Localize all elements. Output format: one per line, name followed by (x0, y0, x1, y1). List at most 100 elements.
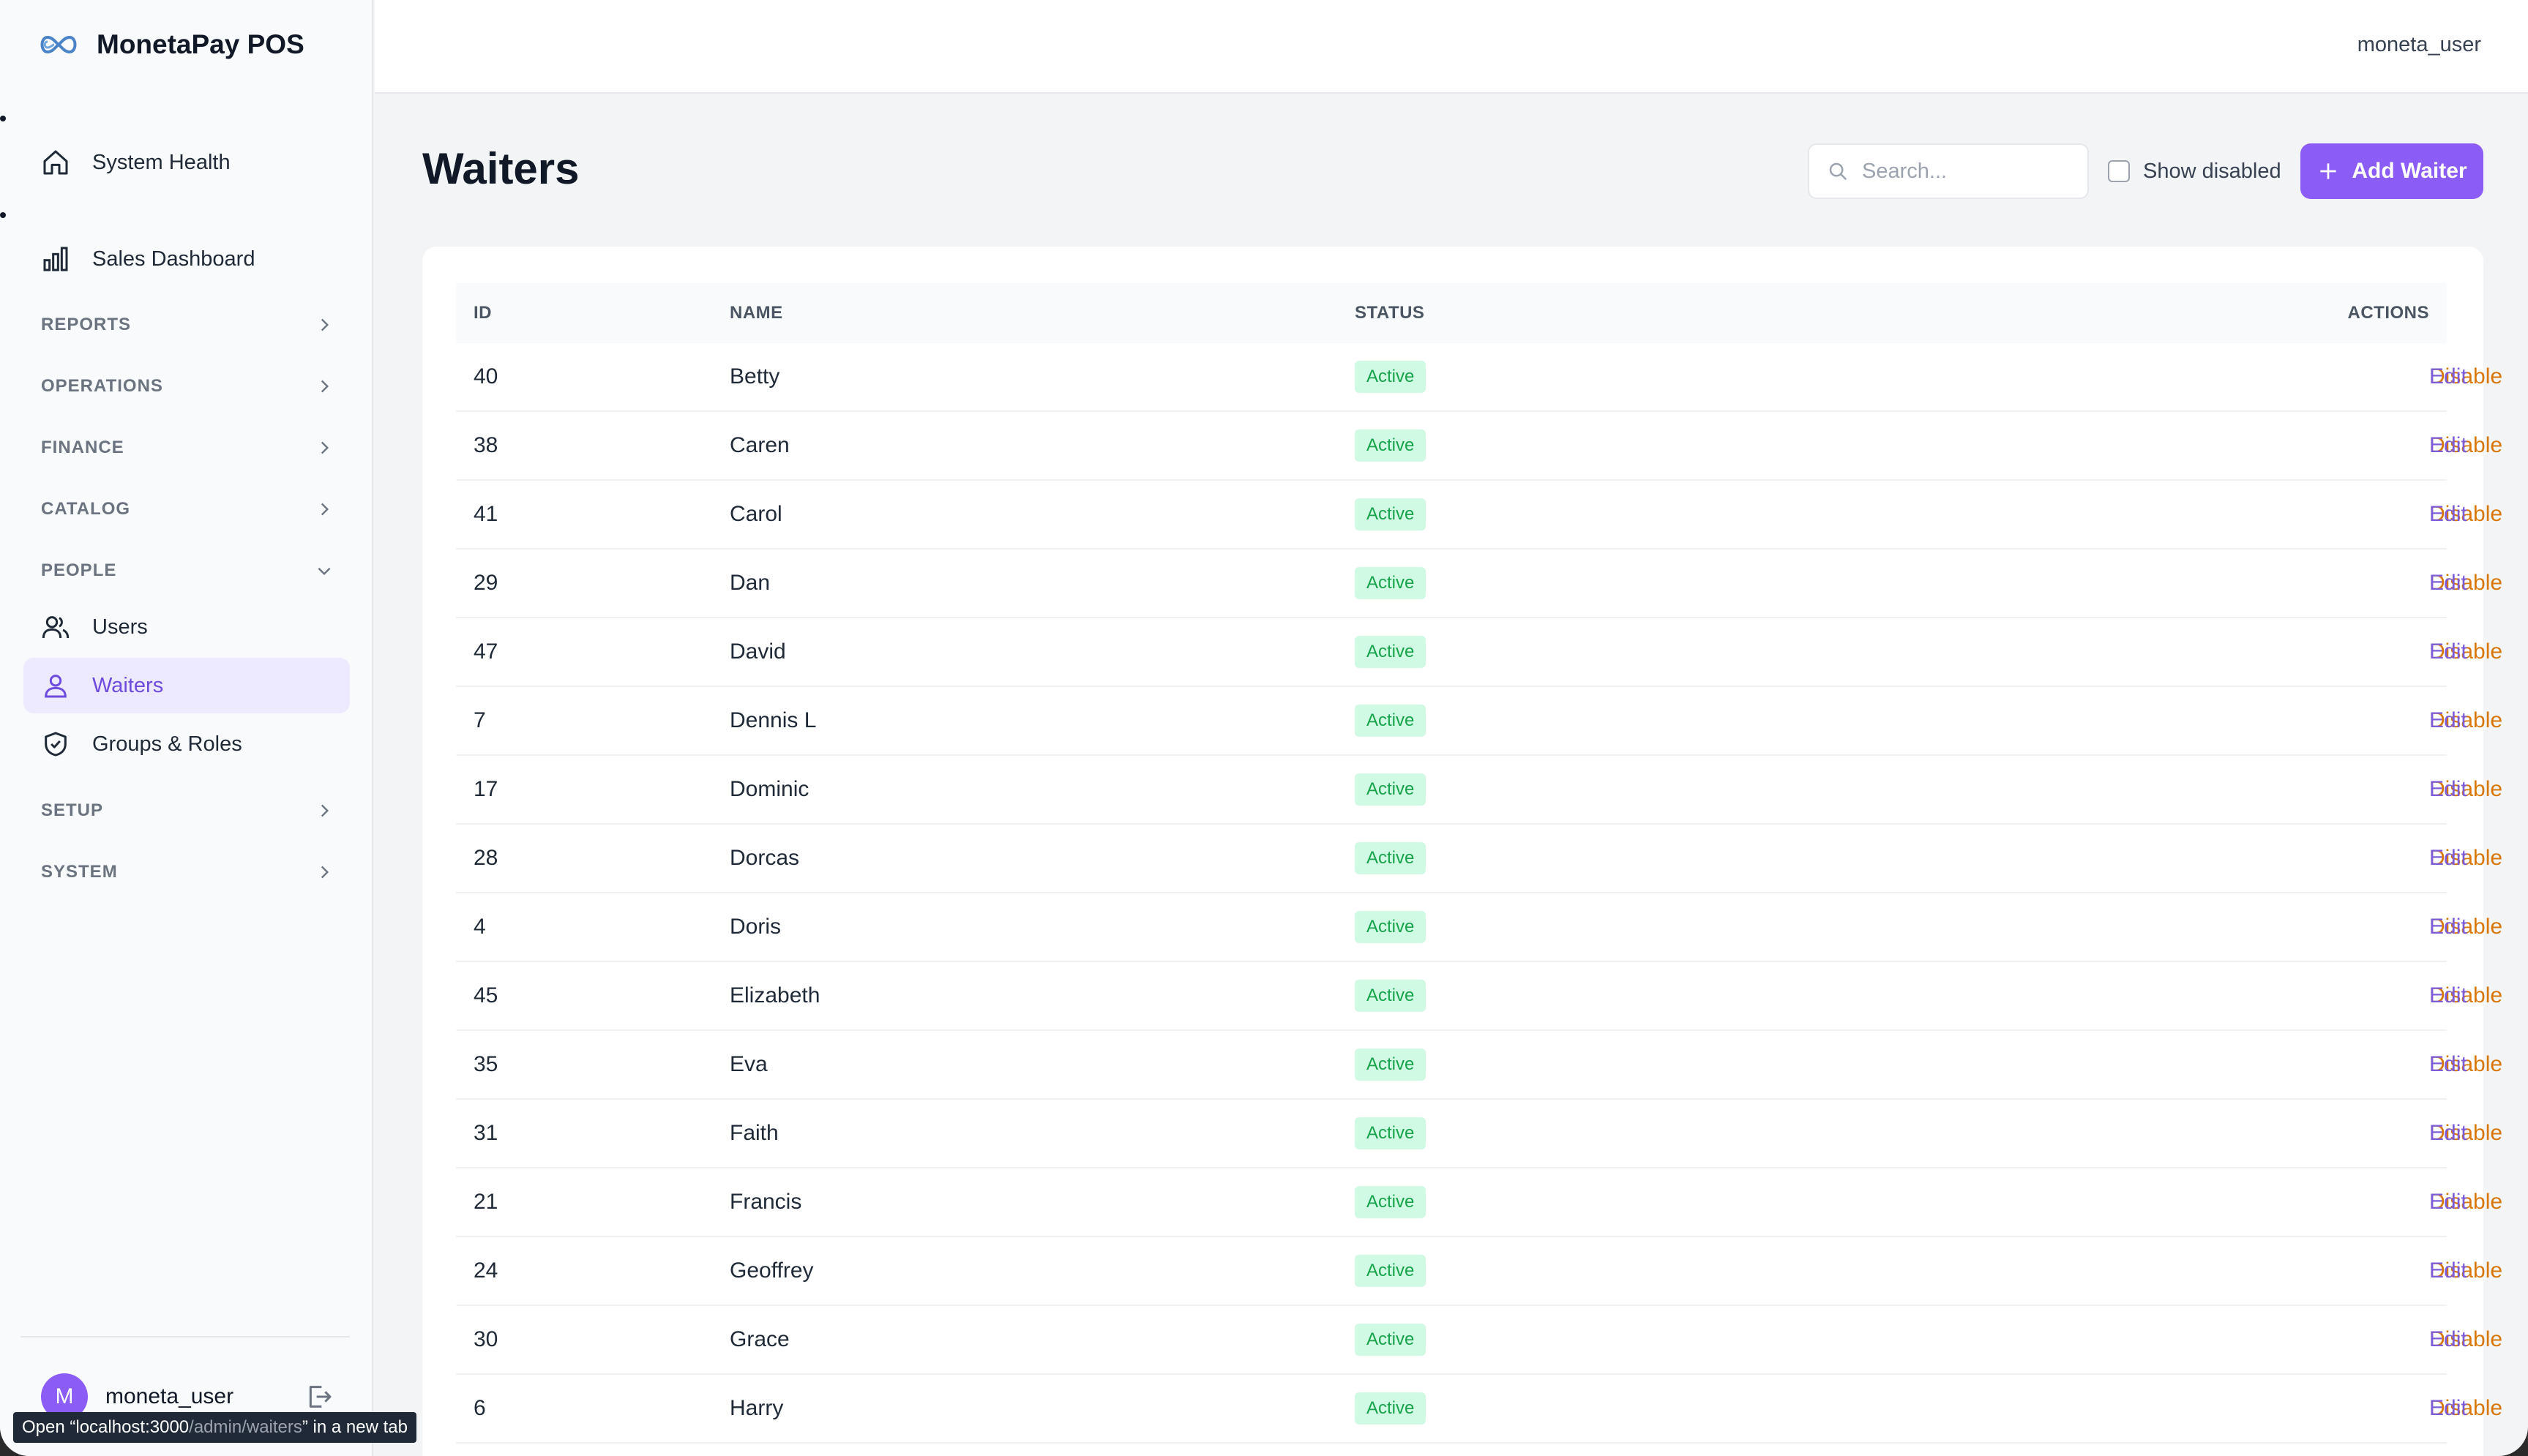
cell-status: Active (1355, 1100, 1426, 1167)
section-setup[interactable]: SETUP (41, 795, 334, 827)
section-catalog[interactable]: CATALOG (41, 493, 334, 525)
table-row: 45 Elizabeth Active Disable Edit (456, 962, 2502, 1031)
sidebar-item-label: Groups & Roles (92, 732, 242, 756)
section-operations[interactable]: OPERATIONS (41, 370, 334, 402)
section-label: SYSTEM (41, 862, 118, 882)
search-icon (1829, 162, 1847, 181)
edit-link[interactable]: Edit (2429, 756, 2467, 823)
status-badge: Active (1355, 567, 1426, 599)
section-finance[interactable]: FINANCE (41, 432, 334, 464)
table-header: ID NAME STATUS ACTIONS (456, 283, 2447, 343)
section-reports[interactable]: REPORTS (41, 309, 334, 341)
cell-name: Carol (730, 502, 782, 526)
cell-id: 38 (474, 433, 498, 457)
section-people[interactable]: PEOPLE (41, 555, 334, 587)
brand-name: MonetaPay POS (97, 29, 304, 59)
chevron-right-icon (321, 318, 329, 331)
cell-status: Active (1355, 1375, 1426, 1442)
cell-id: 4 (474, 915, 486, 939)
cell-name: Dominic (730, 777, 809, 801)
status-badge: Active (1355, 636, 1426, 668)
edit-link[interactable]: Edit (2429, 549, 2467, 617)
table-row: 38 Caren Active Disable Edit (456, 412, 2502, 481)
edit-link[interactable]: Edit (2429, 481, 2467, 548)
table-row: 24 Geoffrey Active Disable Edit (456, 1237, 2502, 1306)
chevron-right-icon (321, 441, 329, 454)
table-row: 29 Dan Active Disable Edit (456, 549, 2502, 618)
user-icon (45, 675, 67, 698)
edit-link[interactable]: Edit (2429, 1306, 2467, 1373)
show-disabled-toggle[interactable]: Show disabled (2108, 154, 2281, 189)
status-badge: Active (1355, 705, 1426, 737)
topbar-username[interactable]: moneta_user (2357, 33, 2481, 57)
table-row: 47 David Active Disable Edit (456, 618, 2502, 687)
edit-link[interactable]: Edit (2429, 1100, 2467, 1167)
section-label: FINANCE (41, 438, 124, 457)
sidebar-item-waiters[interactable]: Waiters (23, 658, 350, 713)
section-system[interactable]: SYSTEM (41, 856, 334, 888)
section-label: SETUP (41, 800, 104, 820)
cell-id: 21 (474, 1190, 498, 1214)
search-input[interactable] (1862, 159, 2082, 184)
cell-id: 47 (474, 639, 498, 664)
cell-status: Active (1355, 412, 1426, 479)
table-row: 28 Dorcas Active Disable Edit (456, 825, 2502, 893)
cell-id: 7 (474, 708, 486, 732)
brand[interactable]: MonetaPay POS (37, 26, 304, 63)
edit-link[interactable]: Edit (2429, 962, 2467, 1029)
app-window: MonetaPay POS System Health Sales Dashbo… (0, 0, 2528, 1456)
cell-name: David (730, 639, 786, 664)
edit-link[interactable]: Edit (2429, 1375, 2467, 1442)
page-title: Waiters (422, 144, 580, 193)
cell-name: Francis (730, 1190, 802, 1214)
edit-link[interactable]: Edit (2429, 343, 2467, 410)
add-waiter-button[interactable]: Add Waiter (2300, 143, 2483, 199)
edit-link[interactable]: Edit (2429, 1168, 2467, 1236)
header-actions: ACTIONS (2347, 303, 2429, 323)
sidebar-item-label: Waiters (92, 673, 164, 697)
logout-icon[interactable] (304, 1382, 334, 1411)
cell-id: 35 (474, 1052, 498, 1076)
section-label: PEOPLE (41, 560, 117, 580)
tooltip-suffix: ” in a new tab (302, 1417, 408, 1437)
sidebar-divider (20, 1336, 350, 1337)
sidebar-item-system-health[interactable]: System Health (23, 135, 350, 190)
cell-status: Active (1355, 618, 1426, 686)
show-disabled-checkbox[interactable] (2108, 160, 2130, 182)
cell-name: Dorcas (730, 846, 800, 870)
edit-link[interactable]: Edit (2429, 412, 2467, 479)
cell-id: 24 (474, 1258, 498, 1283)
shield-check-icon (45, 732, 67, 757)
edit-link[interactable]: Edit (2429, 618, 2467, 686)
cell-status: Active (1355, 549, 1426, 617)
sidebar: MonetaPay POS System Health Sales Dashbo… (0, 0, 373, 1456)
cell-name: Doris (730, 915, 782, 939)
status-badge: Active (1355, 1048, 1426, 1081)
search-box[interactable] (1808, 143, 2089, 199)
edit-link[interactable]: Edit (2429, 825, 2467, 892)
sidebar-item-sales-dashboard[interactable]: Sales Dashboard (23, 231, 350, 287)
cell-name: Dennis L (730, 708, 817, 732)
cell-status: Active (1355, 825, 1426, 892)
cell-id: 30 (474, 1327, 498, 1351)
edit-link[interactable]: Edit (2429, 893, 2467, 961)
sidebar-item-users[interactable]: Users (23, 599, 350, 655)
edit-link[interactable]: Edit (2429, 1237, 2467, 1305)
cell-name: Caren (730, 433, 790, 457)
table-row: 4 Doris Active Disable Edit (456, 893, 2502, 962)
status-badge: Active (1355, 1392, 1426, 1425)
section-label: OPERATIONS (41, 376, 163, 396)
status-badge: Active (1355, 1186, 1426, 1218)
show-disabled-label: Show disabled (2143, 159, 2281, 183)
cell-name: Elizabeth (730, 983, 820, 1007)
cell-status: Active (1355, 1031, 1426, 1098)
header-id: ID (474, 303, 492, 323)
cell-status: Active (1355, 1237, 1426, 1305)
cell-name: Geoffrey (730, 1258, 814, 1283)
cell-id: 41 (474, 502, 498, 526)
edit-link[interactable]: Edit (2429, 1031, 2467, 1098)
tooltip-path: /admin/waiters (189, 1417, 302, 1437)
edit-link[interactable]: Edit (2429, 687, 2467, 754)
sidebar-item-groups-roles[interactable]: Groups & Roles (23, 716, 350, 772)
status-badge: Active (1355, 980, 1426, 1012)
